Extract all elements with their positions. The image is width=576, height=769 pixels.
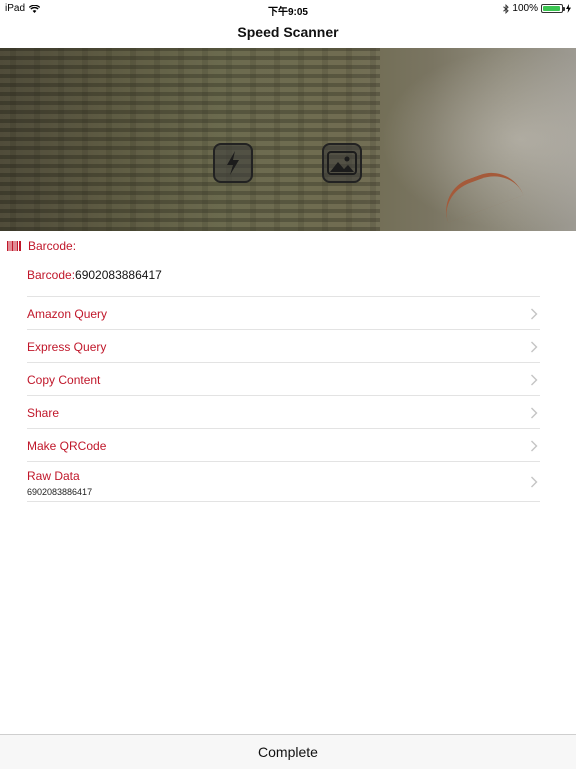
barcode-result: Barcode:6902083886417 xyxy=(27,268,162,282)
row-label: Raw Data xyxy=(27,468,80,483)
raw-data-row[interactable]: Raw Data 6902083886417 xyxy=(27,462,540,501)
share-row[interactable]: Share xyxy=(27,396,540,429)
section-label: Barcode: xyxy=(28,239,77,253)
battery-icon xyxy=(541,4,565,13)
row-label: Make QRCode xyxy=(27,438,107,453)
divider xyxy=(27,501,540,502)
camera-preview xyxy=(0,48,576,231)
barcode-value: 6902083886417 xyxy=(75,268,162,282)
chevron-right-icon xyxy=(531,440,538,451)
chevron-right-icon xyxy=(531,308,538,319)
copy-content-row[interactable]: Copy Content xyxy=(27,363,540,396)
express-query-row[interactable]: Express Query xyxy=(27,330,540,363)
page-title: Speed Scanner xyxy=(237,24,339,40)
barcode-section-header: Barcode: xyxy=(0,236,576,256)
make-qrcode-row[interactable]: Make QRCode xyxy=(27,429,540,462)
raw-data-value: 6902083886417 xyxy=(27,486,93,497)
flash-button[interactable] xyxy=(213,143,253,183)
row-label: Express Query xyxy=(27,339,107,354)
photo-library-button[interactable] xyxy=(322,143,362,183)
bluetooth-icon xyxy=(503,3,510,14)
chevron-right-icon xyxy=(531,374,538,385)
row-label: Amazon Query xyxy=(27,306,108,321)
chevron-right-icon xyxy=(531,476,538,487)
row-label: Copy Content xyxy=(27,372,101,387)
row-label: Share xyxy=(27,405,60,420)
battery-percent: 100% xyxy=(512,3,538,14)
status-bar: iPad 下午9:05 100% xyxy=(0,0,576,18)
chevron-right-icon xyxy=(531,407,538,418)
camera-texture xyxy=(0,48,380,231)
complete-button[interactable]: Complete xyxy=(0,744,576,760)
bottom-toolbar: Complete xyxy=(0,734,576,769)
charging-icon xyxy=(566,4,571,13)
amazon-query-row[interactable]: Amazon Query xyxy=(27,297,540,330)
navigation-bar: Speed Scanner xyxy=(0,16,576,48)
barcode-key: Barcode: xyxy=(27,268,76,282)
barcode-icon xyxy=(7,241,21,251)
flash-icon xyxy=(227,151,239,175)
chevron-right-icon xyxy=(531,341,538,352)
raw-data-text: Raw Data 6902083886417 xyxy=(27,467,92,497)
photo-library-icon xyxy=(327,151,357,175)
status-right: 100% xyxy=(503,3,571,14)
